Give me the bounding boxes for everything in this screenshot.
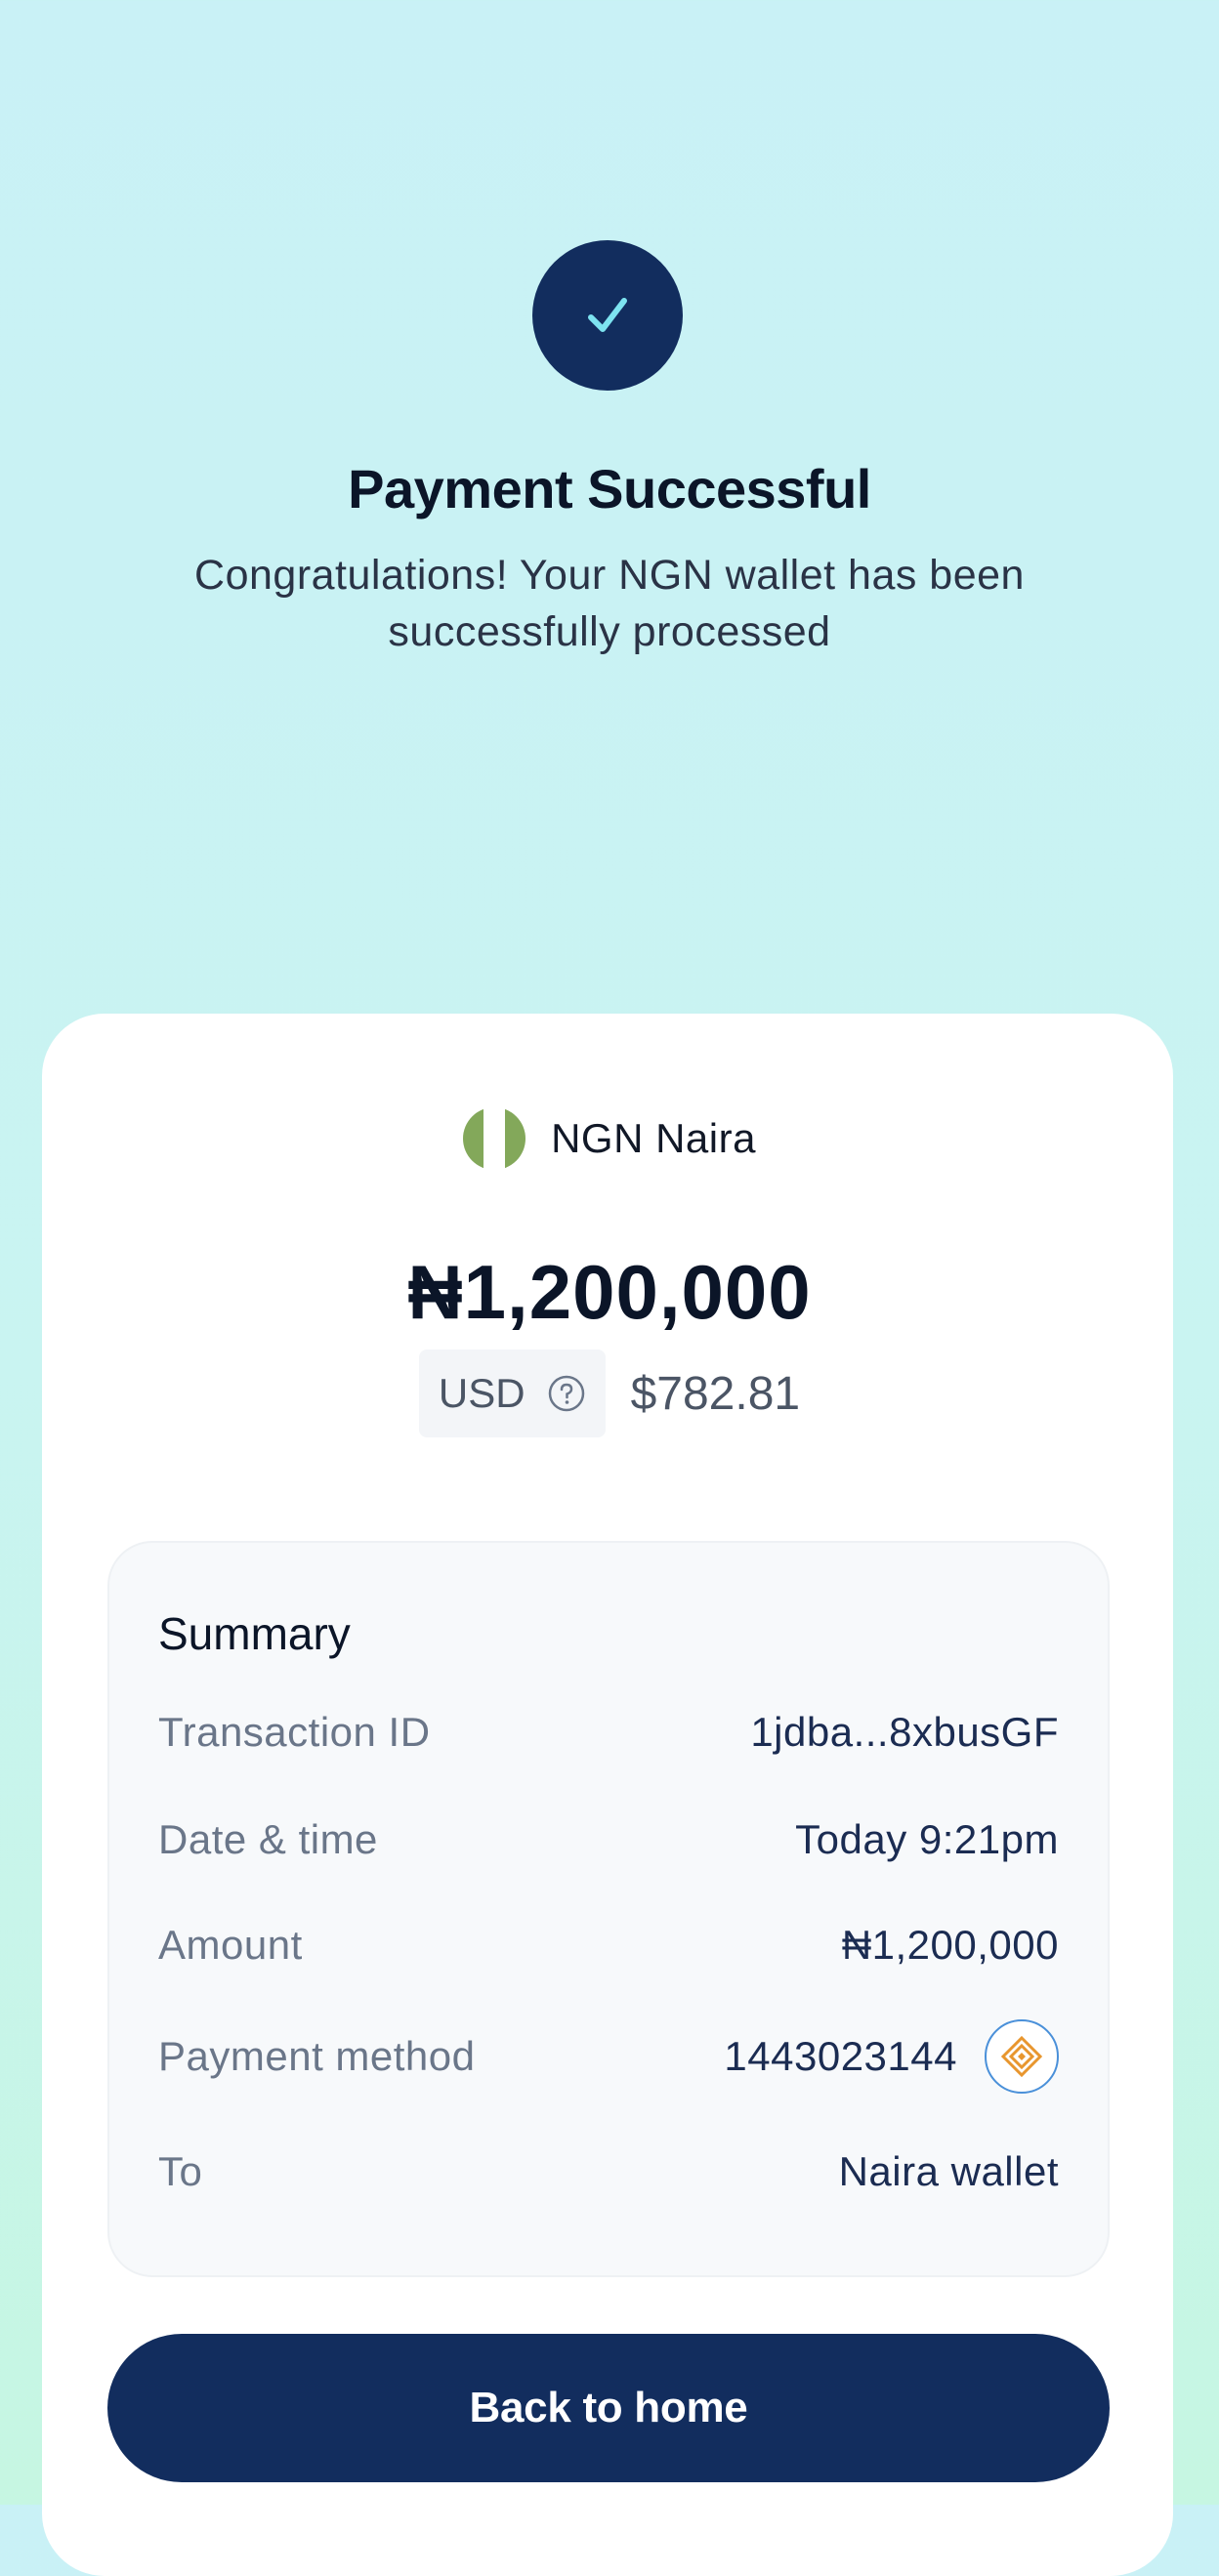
payment-amount: ₦1,200,000 bbox=[407, 1249, 812, 1335]
usd-label: USD bbox=[438, 1370, 525, 1416]
date-time-value: Today 9:21pm bbox=[795, 1816, 1059, 1862]
transaction-id-value[interactable]: 1jdba...8xbusGF bbox=[750, 1709, 1059, 1756]
back-to-home-button[interactable]: Back to home bbox=[107, 2334, 1110, 2482]
summary-row-transaction-id: Transaction ID 1jdba...8xbusGF bbox=[158, 1709, 1059, 1756]
summary-title: Summary bbox=[158, 1608, 351, 1659]
amount-value: ₦1,200,000 bbox=[841, 1922, 1059, 1968]
destination-value: Naira wallet bbox=[838, 2148, 1059, 2194]
page-title: Payment Successful bbox=[348, 458, 871, 519]
currency-row: NGN Naira bbox=[0, 1107, 1219, 1170]
summary-row-to: To Naira wallet bbox=[158, 2148, 1059, 2195]
account-number: 1443023144 bbox=[724, 2033, 957, 2079]
summary-row-amount: Amount ₦1,200,000 bbox=[158, 1922, 1059, 1969]
currency-name: NGN Naira bbox=[551, 1115, 756, 1161]
summary-row-label: Date & time bbox=[158, 1816, 378, 1862]
nigeria-flag-icon bbox=[463, 1107, 526, 1170]
usd-conversion-row: USD $782.81 bbox=[0, 1350, 1219, 1437]
summary-panel: Summary Transaction ID 1jdba...8xbusGF D… bbox=[107, 1541, 1110, 2277]
checkmark-icon bbox=[588, 298, 627, 332]
usd-value: $782.81 bbox=[630, 1367, 801, 1420]
summary-row-label: Payment method bbox=[158, 2033, 476, 2079]
success-badge bbox=[532, 240, 683, 391]
summary-row-payment-method: Payment method 1443023144 bbox=[158, 2019, 1059, 2094]
summary-row-label: Transaction ID bbox=[158, 1709, 431, 1755]
question-circle-icon[interactable] bbox=[547, 1374, 586, 1413]
payment-method-value: 1443023144 bbox=[724, 2019, 1059, 2094]
summary-row-label: To bbox=[158, 2148, 203, 2194]
summary-row-label: Amount bbox=[158, 1922, 303, 1968]
usd-chip[interactable]: USD bbox=[418, 1350, 606, 1437]
summary-row-date-time: Date & time Today 9:21pm bbox=[158, 1816, 1059, 1863]
page-subtitle: Congratulations! Your NGN wallet has bee… bbox=[194, 552, 1025, 655]
bank-logo-icon bbox=[985, 2019, 1059, 2094]
